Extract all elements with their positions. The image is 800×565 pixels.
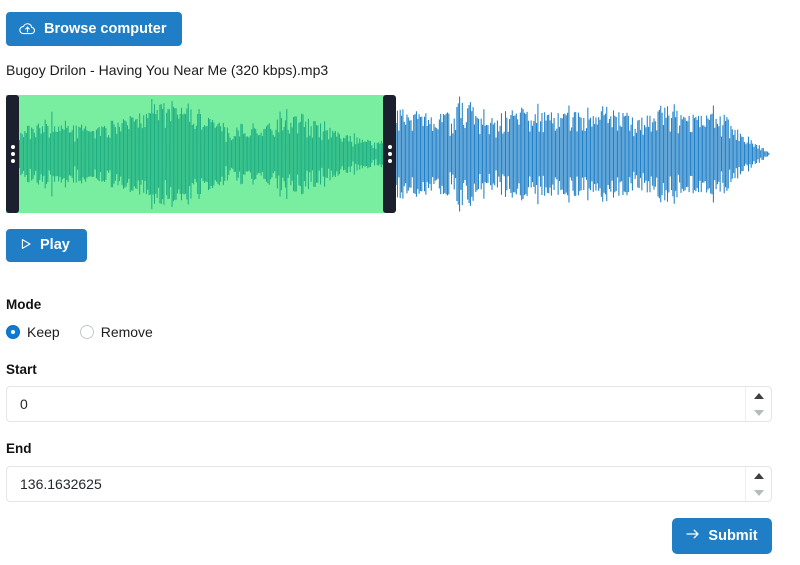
handle-dot bbox=[388, 159, 392, 163]
chevron-up-icon bbox=[754, 473, 764, 479]
mode-label: Mode bbox=[6, 297, 41, 312]
end-label: End bbox=[6, 441, 32, 456]
start-stepper[interactable] bbox=[745, 387, 771, 421]
handle-dot bbox=[11, 145, 15, 149]
handle-dot bbox=[11, 152, 15, 156]
radio-remove-indicator[interactable] bbox=[80, 325, 94, 339]
handle-dot bbox=[388, 152, 392, 156]
mode-option-keep[interactable]: Keep bbox=[6, 324, 60, 340]
cloud-upload-icon bbox=[19, 22, 36, 36]
start-stepper-down[interactable] bbox=[746, 404, 771, 421]
submit-label: Submit bbox=[708, 529, 757, 544]
end-stepper[interactable] bbox=[745, 467, 771, 501]
start-stepper-up[interactable] bbox=[746, 387, 771, 404]
handle-dot bbox=[388, 145, 392, 149]
file-name: Bugoy Drilon - Having You Near Me (320 k… bbox=[6, 62, 328, 78]
browse-computer-button[interactable]: Browse computer bbox=[6, 12, 182, 46]
audio-trimmer-page: Browse computer Bugoy Drilon - Having Yo… bbox=[0, 0, 800, 565]
end-stepper-down[interactable] bbox=[746, 484, 771, 501]
chevron-up-icon bbox=[754, 393, 764, 399]
play-label: Play bbox=[40, 238, 70, 253]
chevron-down-icon bbox=[754, 490, 764, 496]
mode-option-remove[interactable]: Remove bbox=[80, 324, 153, 340]
play-button[interactable]: Play bbox=[6, 229, 87, 262]
mode-option-keep-label: Keep bbox=[27, 324, 60, 340]
play-triangle-icon bbox=[20, 238, 32, 254]
end-field[interactable] bbox=[6, 466, 772, 502]
selection-handle-left[interactable] bbox=[6, 95, 19, 213]
waveform-region[interactable] bbox=[6, 95, 772, 213]
start-label: Start bbox=[6, 362, 37, 377]
start-input[interactable] bbox=[7, 387, 745, 421]
selection-handle-right[interactable] bbox=[383, 95, 396, 213]
browse-computer-label: Browse computer bbox=[44, 22, 166, 37]
end-stepper-up[interactable] bbox=[746, 467, 771, 484]
chevron-down-icon bbox=[754, 410, 764, 416]
submit-button[interactable]: Submit bbox=[672, 518, 772, 554]
radio-keep-indicator[interactable] bbox=[6, 325, 20, 339]
mode-radio-group[interactable]: Keep Remove bbox=[6, 324, 173, 340]
mode-option-remove-label: Remove bbox=[101, 324, 153, 340]
arrow-right-icon bbox=[686, 528, 700, 544]
start-field[interactable] bbox=[6, 386, 772, 422]
handle-dot bbox=[11, 159, 15, 163]
end-input[interactable] bbox=[7, 467, 745, 501]
